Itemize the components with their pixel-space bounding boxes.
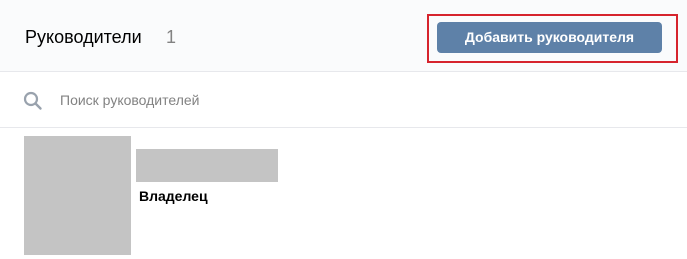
panel-header: Руководители 1 Добавить руководителя [0, 0, 687, 72]
page-title: Руководители [25, 27, 142, 47]
avatar[interactable] [24, 136, 131, 255]
managers-panel: Руководители 1 Добавить руководителя Вла… [0, 0, 687, 259]
search-input[interactable] [56, 87, 664, 113]
manager-row[interactable]: Владелец [0, 129, 687, 259]
add-manager-button[interactable]: Добавить руководителя [437, 22, 662, 53]
manager-role: Владелец [139, 188, 208, 204]
search-bar [0, 73, 687, 128]
manager-name-redacted[interactable] [136, 149, 278, 182]
managers-count: 1 [166, 27, 177, 47]
search-icon [23, 91, 43, 111]
